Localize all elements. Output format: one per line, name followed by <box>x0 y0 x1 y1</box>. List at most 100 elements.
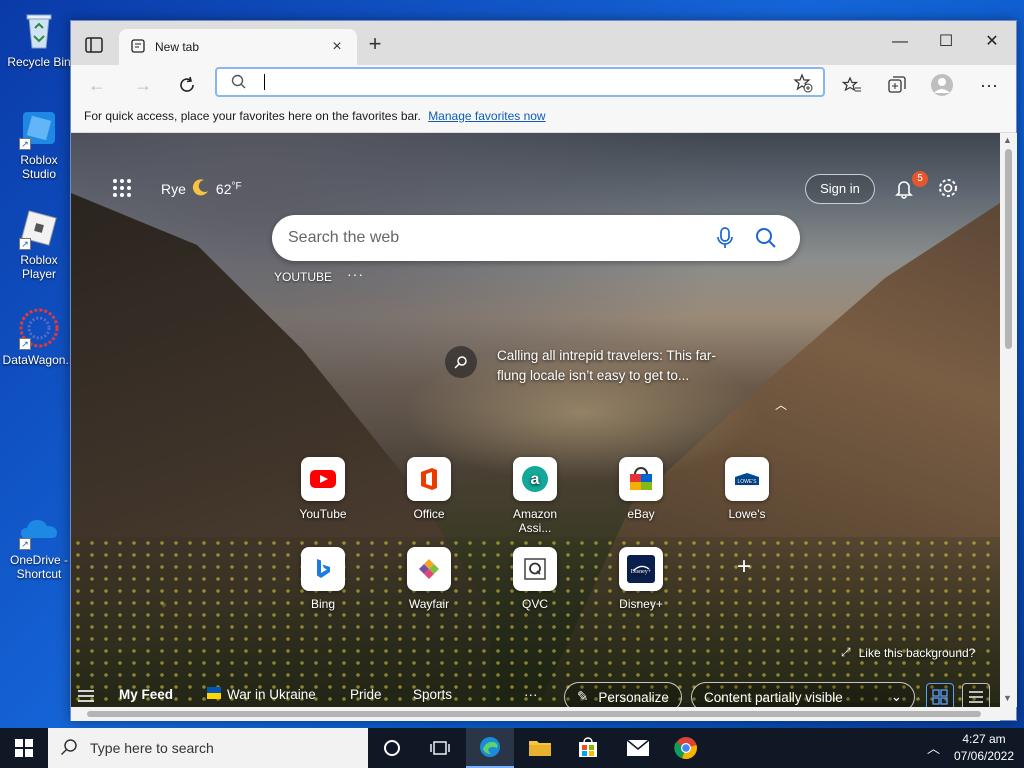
tile-amazon-assistant[interactable]: a Amazon Assi... <box>497 457 573 535</box>
add-site-icon[interactable]: + <box>737 553 751 581</box>
browser-window: New tab × + — ☐ ✕ ← → ··· For quick acce… <box>70 20 1017 721</box>
tab-pride[interactable]: Pride <box>350 687 382 702</box>
svg-text:a: a <box>531 471 540 488</box>
image-search-icon[interactable] <box>445 346 477 378</box>
manage-favorites-link[interactable]: Manage favorites now <box>428 109 545 123</box>
tab-war-in-ukraine[interactable]: War in Ukraine <box>207 687 316 702</box>
quick-link-youtube[interactable]: YOUTUBE <box>274 270 332 284</box>
grid-view-button[interactable] <box>926 683 954 707</box>
web-search-box[interactable]: Search the web <box>272 215 800 261</box>
desktop-icon-label: Recycle Bin <box>7 55 71 69</box>
tile-disney-plus[interactable]: Disney+ Disney+ <box>603 547 679 611</box>
tile-office[interactable]: Office <box>391 457 467 521</box>
web-search-input[interactable]: Search the web <box>288 229 399 247</box>
tab-actions-icon[interactable] <box>83 34 105 56</box>
apps-grid-icon[interactable] <box>111 177 133 199</box>
qvc-icon <box>513 547 557 591</box>
tab-new-tab[interactable]: New tab × <box>119 29 357 65</box>
ebay-icon <box>619 457 663 501</box>
tile-label: Lowe's <box>728 507 766 521</box>
content-visibility-dropdown[interactable]: Content partially visible ⌄ <box>691 682 915 707</box>
tile-qvc[interactable]: QVC <box>497 547 573 611</box>
notification-badge: 5 <box>912 171 928 187</box>
address-input[interactable] <box>264 74 265 90</box>
scroll-down-icon[interactable]: ▼ <box>1003 693 1012 703</box>
weather-temp: 62 <box>215 180 232 197</box>
tile-label: Bing <box>310 597 336 611</box>
favorites-bar-message: For quick access, place your favorites h… <box>84 109 421 123</box>
file-explorer-icon[interactable] <box>516 728 564 768</box>
chrome-icon[interactable] <box>662 728 710 768</box>
quick-links-more-icon[interactable]: ··· <box>347 266 364 282</box>
more-options-icon[interactable]: ··· <box>975 71 1003 99</box>
favorites-icon[interactable] <box>838 71 866 99</box>
scrollbar-thumb[interactable] <box>87 711 981 717</box>
hamburger-menu-icon[interactable] <box>77 689 95 703</box>
tile-wayfair[interactable]: Wayfair <box>391 547 467 611</box>
tile-label: QVC <box>521 597 548 611</box>
chevron-up-icon[interactable]: ︿ <box>775 396 787 413</box>
tile-label: Office <box>413 507 445 521</box>
desktop-icon-datawagon[interactable]: ↗ DataWagon... <box>2 306 76 367</box>
horizontal-scrollbar[interactable] <box>71 707 1000 721</box>
address-bar[interactable] <box>215 67 825 97</box>
vertical-scrollbar[interactable]: ▲ ▼ <box>1000 133 1017 707</box>
taskbar-search-input[interactable]: Type here to search <box>90 740 214 756</box>
chevron-up-icon[interactable]: ︿ <box>927 738 940 757</box>
onedrive-icon: ↗ <box>17 506 61 550</box>
microphone-icon[interactable] <box>716 226 734 253</box>
desktop-icon-label: OneDrive - Shortcut <box>9 553 68 581</box>
back-button[interactable]: ← <box>83 71 111 99</box>
add-favorite-icon[interactable] <box>793 73 813 96</box>
chevron-down-icon: ⌄ <box>890 689 902 704</box>
recycle-bin-icon <box>17 8 61 52</box>
gear-icon[interactable] <box>937 177 959 199</box>
like-background-link[interactable]: ⤢ Like this background? <box>841 645 975 660</box>
close-tab-icon[interactable]: × <box>329 39 345 55</box>
pencil-icon: ✎ <box>577 689 589 704</box>
scrollbar-thumb[interactable] <box>1005 149 1012 349</box>
tile-label: eBay <box>627 507 655 521</box>
scroll-up-icon[interactable]: ▲ <box>1003 135 1012 145</box>
search-icon[interactable] <box>754 226 778 253</box>
task-view-icon[interactable] <box>416 728 464 768</box>
tab-my-feed[interactable]: My Feed <box>119 687 173 702</box>
start-button[interactable] <box>0 728 48 768</box>
mail-icon[interactable] <box>614 728 662 768</box>
personalize-button[interactable]: ✎ Personalize <box>564 682 682 707</box>
clock[interactable]: 4:27 am 07/06/2022 <box>952 731 1016 765</box>
amazon-assistant-icon: a <box>513 457 557 501</box>
profile-avatar[interactable] <box>928 71 956 99</box>
close-window-button[interactable]: ✕ <box>969 29 1015 55</box>
collections-icon[interactable] <box>883 71 911 99</box>
favorites-bar: For quick access, place your favorites h… <box>71 105 1016 133</box>
edge-taskbar-icon[interactable] <box>466 728 514 768</box>
desktop-icon-roblox-player[interactable]: ↗ Roblox Player <box>2 206 76 281</box>
tab-sports[interactable]: Sports <box>413 687 452 702</box>
search-icon <box>60 738 78 759</box>
desktop-icon-onedrive[interactable]: ↗ OneDrive - Shortcut <box>2 506 76 581</box>
forward-button[interactable]: → <box>129 71 157 99</box>
new-tab-button[interactable]: + <box>363 33 387 57</box>
shortcut-arrow-icon: ↗ <box>19 538 31 550</box>
weather-widget[interactable]: Rye 62°F <box>161 178 242 199</box>
tile-ebay[interactable]: eBay <box>603 457 679 521</box>
feed-more-icon[interactable]: ··· <box>524 687 538 702</box>
desktop-icon-roblox-studio[interactable]: ↗ Roblox Studio <box>2 106 76 181</box>
bing-icon <box>301 547 345 591</box>
tile-bing[interactable]: Bing <box>285 547 361 611</box>
minimize-button[interactable]: — <box>877 29 923 55</box>
refresh-button[interactable] <box>173 71 201 99</box>
taskbar-search-box[interactable]: Type here to search <box>48 728 368 768</box>
cortana-icon[interactable] <box>368 728 416 768</box>
desktop-icon-label: DataWagon... <box>2 353 76 367</box>
microsoft-store-icon[interactable] <box>564 728 612 768</box>
sign-in-button[interactable]: Sign in <box>805 174 875 204</box>
desktop-icon-recycle-bin[interactable]: Recycle Bin <box>2 8 76 69</box>
tile-youtube[interactable]: YouTube <box>285 457 361 521</box>
maximize-button[interactable]: ☐ <box>923 29 969 55</box>
background-caption[interactable]: Calling all intrepid travelers: This far… <box>497 346 742 386</box>
tile-lowes[interactable]: LOWE'S Lowe's <box>709 457 785 521</box>
weather-location: Rye <box>161 180 186 197</box>
list-view-button[interactable] <box>962 683 990 707</box>
